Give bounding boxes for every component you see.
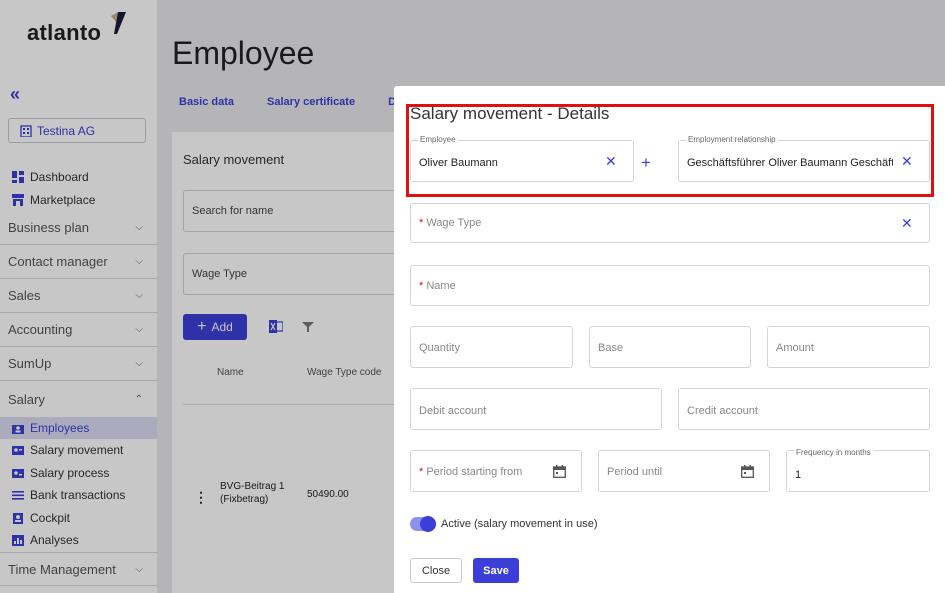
active-toggle-label: Active (salary movement in use) [441, 518, 598, 530]
dialog-title: Salary movement - Details [410, 104, 610, 123]
employee-value: Oliver Baumann [419, 157, 498, 169]
frequency-input[interactable]: Frequency in months 1 [786, 448, 930, 492]
credit-account-placeholder: Credit account [687, 405, 758, 417]
employment-relationship-field[interactable]: Employment relationship Geschäftsführer … [678, 135, 930, 182]
clear-employee-icon[interactable]: ✕ [605, 153, 617, 170]
close-button[interactable]: Close [410, 558, 462, 583]
name-label: * Name [419, 280, 456, 292]
debit-account-input[interactable]: Debit account [410, 388, 662, 430]
quantity-input[interactable]: Quantity [410, 326, 573, 368]
amount-input[interactable]: Amount [767, 326, 930, 368]
add-employee-icon[interactable]: + [641, 153, 651, 173]
base-input[interactable]: Base [589, 326, 751, 368]
calendar-icon[interactable] [553, 465, 566, 478]
employee-label: Employee [418, 135, 458, 144]
period-until-placeholder: Period until [607, 466, 663, 478]
frequency-value: 1 [795, 469, 802, 481]
period-start-input[interactable]: * Period starting from [410, 450, 582, 492]
employee-field[interactable]: Employee Oliver Baumann ✕ [410, 135, 634, 182]
salary-movement-dialog: Salary movement - Details Employee Olive… [394, 86, 945, 593]
name-input[interactable]: * Name [410, 265, 930, 306]
active-toggle[interactable] [410, 516, 436, 532]
clear-wage-type-icon[interactable]: ✕ [901, 215, 913, 232]
period-until-input[interactable]: Period until [598, 450, 770, 492]
toggle-knob [420, 516, 436, 532]
debit-account-placeholder: Debit account [419, 405, 487, 417]
employment-relationship-value: Geschäftsführer Oliver Baumann Geschäfts… [687, 157, 893, 169]
quantity-placeholder: Quantity [419, 342, 460, 354]
base-placeholder: Base [598, 342, 624, 354]
save-button[interactable]: Save [473, 558, 519, 583]
wage-type-label: * Wage Type [419, 217, 482, 229]
amount-placeholder: Amount [776, 342, 814, 354]
frequency-label: Frequency in months [794, 448, 873, 457]
credit-account-input[interactable]: Credit account [678, 388, 930, 430]
employment-relationship-label: Employment relationship [686, 135, 778, 144]
wage-type-select[interactable]: * Wage Type ✕ [410, 203, 930, 243]
clear-employment-icon[interactable]: ✕ [901, 153, 913, 170]
calendar-icon[interactable] [741, 465, 754, 478]
period-start-label: * Period starting from [419, 466, 523, 478]
